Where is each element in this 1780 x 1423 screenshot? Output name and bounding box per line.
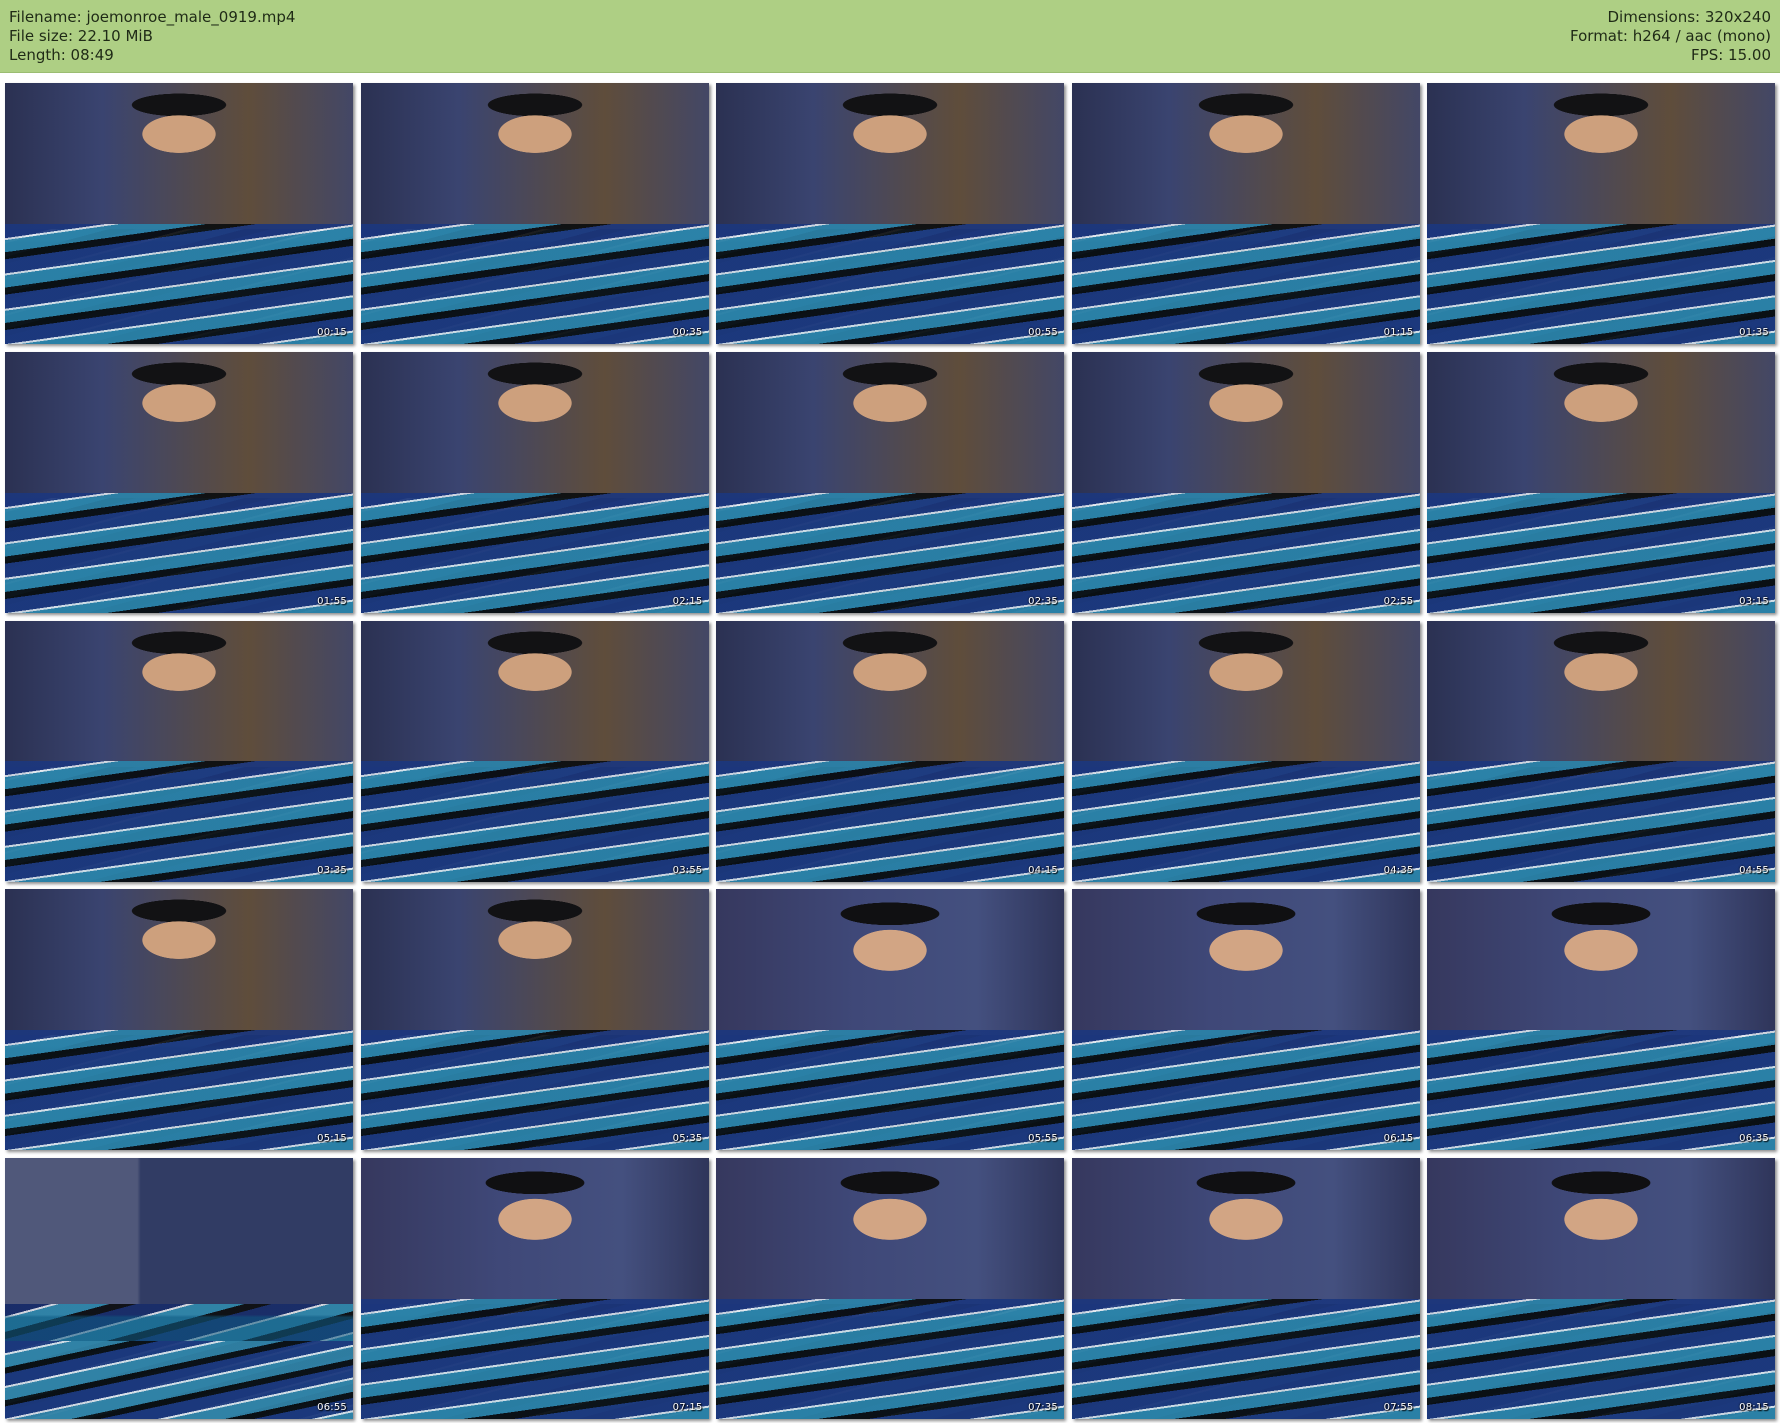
thumbnail-timestamp: 03:15 <box>1739 595 1769 607</box>
video-thumbnail[interactable]: 06:15 <box>1071 889 1420 1151</box>
thumbnail-timestamp: 06:55 <box>317 1402 347 1413</box>
video-thumbnail[interactable]: 01:15 <box>1071 83 1420 344</box>
file-size-text: File size: 22.10 MiB <box>9 27 153 45</box>
video-thumbnail[interactable]: 00:15 <box>5 83 353 344</box>
thumbnail-timestamp: 07:35 <box>1028 1402 1058 1413</box>
video-thumbnail[interactable]: 01:55 <box>5 351 353 613</box>
thumbnail-timestamp: 05:55 <box>1028 1133 1058 1145</box>
video-thumbnail[interactable]: 04:15 <box>716 620 1064 882</box>
thumbnail-timestamp: 04:35 <box>1383 864 1414 876</box>
video-thumbnail[interactable]: 07:15 <box>360 1158 709 1419</box>
video-thumbnail[interactable]: 02:15 <box>360 351 709 613</box>
metadata-header: Filename: joemonroe_male_0919.mp4 File s… <box>0 0 1780 73</box>
thumbnail-timestamp: 06:15 <box>1383 1133 1414 1145</box>
thumbnail-timestamp: 00:35 <box>672 327 703 338</box>
video-thumbnail[interactable]: 06:35 <box>1427 889 1775 1151</box>
thumbnail-timestamp: 02:55 <box>1383 595 1414 607</box>
thumbnail-timestamp: 01:35 <box>1739 327 1769 338</box>
thumbnail-timestamp: 03:55 <box>672 864 703 876</box>
video-thumbnail[interactable]: 02:35 <box>716 351 1064 613</box>
thumbnail-timestamp: 08:15 <box>1739 1402 1769 1413</box>
dimensions-text: Dimensions: 320x240 <box>1607 8 1771 26</box>
filename-text: Filename: joemonroe_male_0919.mp4 <box>9 8 296 26</box>
video-thumbnail[interactable]: 05:55 <box>716 889 1064 1151</box>
video-thumbnail[interactable]: 07:55 <box>1071 1158 1420 1419</box>
video-thumbnail[interactable]: 07:35 <box>716 1158 1064 1419</box>
video-thumbnail[interactable]: 04:35 <box>1071 620 1420 882</box>
length-text: Length: 08:49 <box>9 46 114 64</box>
video-thumbnail[interactable]: 03:55 <box>360 620 709 882</box>
video-thumbnail[interactable]: 05:15 <box>5 889 353 1151</box>
thumbnail-timestamp: 01:15 <box>1383 327 1414 338</box>
thumbnail-timestamp: 00:55 <box>1028 327 1058 338</box>
thumbnail-timestamp: 05:15 <box>317 1133 347 1145</box>
video-thumbnail[interactable]: 02:55 <box>1071 351 1420 613</box>
fps-text: FPS: 15.00 <box>1691 46 1771 64</box>
video-thumbnail[interactable]: 00:55 <box>716 83 1064 344</box>
video-thumbnail[interactable]: 03:35 <box>5 620 353 882</box>
thumbnail-timestamp: 02:15 <box>672 595 703 607</box>
thumbnail-timestamp: 04:55 <box>1739 864 1769 876</box>
format-text: Format: h264 / aac (mono) <box>1570 27 1771 45</box>
file-info-left: Filename: joemonroe_male_0919.mp4 File s… <box>9 8 295 65</box>
thumbnail-timestamp: 03:35 <box>317 864 347 876</box>
video-thumbnail[interactable]: 06:55 <box>5 1158 353 1419</box>
video-thumbnail[interactable]: 03:15 <box>1427 351 1775 613</box>
file-info-right: Dimensions: 320x240 Format: h264 / aac (… <box>1570 8 1771 65</box>
thumbnail-timestamp: 01:55 <box>317 595 347 607</box>
video-thumbnail[interactable]: 08:15 <box>1427 1158 1775 1419</box>
thumbnail-timestamp: 07:55 <box>1383 1402 1414 1413</box>
video-thumbnail[interactable]: 00:35 <box>360 83 709 344</box>
thumbnail-timestamp: 07:15 <box>672 1402 703 1413</box>
thumbnail-timestamp: 06:35 <box>1739 1133 1769 1145</box>
video-thumbnail[interactable]: 01:35 <box>1427 83 1775 344</box>
thumbnail-timestamp: 04:15 <box>1028 864 1058 876</box>
thumbnail-timestamp: 02:35 <box>1028 595 1058 607</box>
thumbnail-grid: 00:15 00:35 00:55 01:15 01:35 01:55 02:1… <box>5 83 1775 1419</box>
thumbnail-timestamp: 05:35 <box>672 1133 703 1145</box>
video-thumbnail[interactable]: 04:55 <box>1427 620 1775 882</box>
thumbnail-timestamp: 00:15 <box>317 327 347 338</box>
video-thumbnail[interactable]: 05:35 <box>360 889 709 1151</box>
